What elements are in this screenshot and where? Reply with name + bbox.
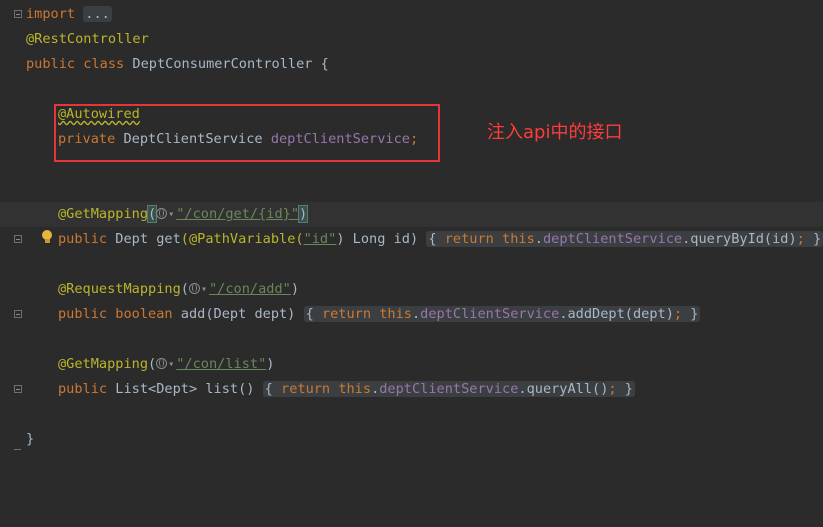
- path-variable-name: "id": [303, 231, 337, 247]
- return-type: Dept: [115, 231, 149, 247]
- annotation-note: 注入api中的接口: [487, 122, 623, 143]
- method-params: ) Long id): [336, 231, 419, 247]
- method-name: list: [205, 381, 239, 397]
- public-keyword: public: [58, 306, 108, 322]
- web-endpoint-icon[interactable]: [188, 283, 200, 294]
- public-keyword: public: [26, 56, 76, 72]
- code-line-list-mapping[interactable]: @GetMapping(▾ "/con/list"): [0, 352, 823, 377]
- method-params: (Dept dept): [205, 306, 296, 322]
- fold-toggle-icon[interactable]: [14, 385, 22, 393]
- class-keyword: class: [83, 56, 125, 72]
- import-keyword: import: [26, 6, 76, 22]
- web-endpoint-icon[interactable]: [156, 208, 168, 219]
- code-line-restcontroller[interactable]: @RestController: [0, 27, 823, 52]
- method-name: get: [156, 231, 181, 247]
- code-line-class-close[interactable]: }: [0, 427, 823, 452]
- open-paren: (: [147, 205, 158, 223]
- highlight-box: [54, 104, 440, 162]
- return-type: List<Dept>: [115, 381, 198, 397]
- chevron-down-icon[interactable]: ▾: [168, 359, 174, 370]
- get-mapping-annotation: @GetMapping: [58, 206, 149, 222]
- chevron-down-icon[interactable]: ▾: [201, 284, 207, 295]
- code-line-class-decl[interactable]: public class DeptConsumerController {: [0, 52, 823, 77]
- rest-controller-annotation: @RestController: [26, 31, 149, 47]
- code-line-get-method[interactable]: public Dept get(@PathVariable("id") Long…: [0, 227, 823, 252]
- public-keyword: public: [58, 231, 108, 247]
- code-line-import[interactable]: import ...: [0, 2, 823, 27]
- fold-toggle-icon[interactable]: [14, 310, 22, 318]
- endpoint-path[interactable]: "/con/get/{id}": [176, 206, 299, 222]
- method-params: (): [238, 381, 255, 397]
- collapsed-method-body[interactable]: { return this.deptClientService.queryByI…: [426, 231, 823, 247]
- open-brace: {: [320, 56, 329, 72]
- code-line-add-method[interactable]: public boolean add(Dept dept) { return t…: [0, 302, 823, 327]
- code-line-list-method[interactable]: public List<Dept> list() { return this.d…: [0, 377, 823, 402]
- code-editor[interactable]: import ... @RestController public class …: [0, 0, 823, 464]
- public-keyword: public: [58, 381, 108, 397]
- fold-toggle-icon[interactable]: [14, 10, 22, 18]
- code-line-request-mapping[interactable]: @RequestMapping(▾ "/con/add"): [0, 277, 823, 302]
- code-line-get-mapping[interactable]: @GetMapping( ▾ "/con/get/{id}"): [0, 202, 823, 227]
- request-mapping-annotation: @RequestMapping: [58, 281, 181, 297]
- method-name: add: [180, 306, 206, 322]
- collapsed-imports[interactable]: ...: [83, 6, 112, 22]
- chevron-down-icon[interactable]: ▾: [168, 209, 174, 220]
- class-name: DeptConsumerController: [132, 56, 313, 72]
- collapsed-method-body[interactable]: { return this.deptClientService.queryAll…: [262, 381, 635, 397]
- get-mapping-annotation: @GetMapping: [58, 356, 149, 372]
- web-endpoint-icon[interactable]: [156, 358, 168, 369]
- close-paren: ): [297, 205, 309, 223]
- endpoint-path[interactable]: "/con/add": [209, 281, 291, 297]
- endpoint-path[interactable]: "/con/list": [176, 356, 266, 372]
- collapsed-method-body[interactable]: { return this.deptClientService.addDept(…: [303, 306, 701, 322]
- fold-end-icon[interactable]: [14, 445, 21, 450]
- close-brace: }: [26, 431, 35, 447]
- boolean-keyword: boolean: [115, 306, 173, 322]
- fold-toggle-icon[interactable]: [14, 235, 22, 243]
- path-variable-annotation: (@PathVariable(: [180, 231, 304, 247]
